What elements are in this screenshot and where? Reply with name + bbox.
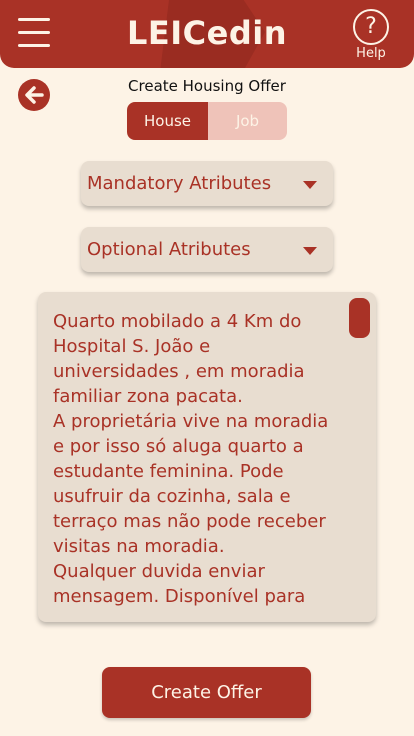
- toggle-house[interactable]: House: [127, 102, 208, 140]
- scrollbar-thumb[interactable]: [349, 298, 370, 338]
- description-textarea[interactable]: Quarto mobilado a 4 Km do Hospital S. Jo…: [38, 292, 376, 622]
- offer-type-toggle: House Job: [127, 102, 287, 140]
- optional-attributes-label: Optional Atributes: [87, 239, 251, 260]
- create-offer-button[interactable]: Create Offer: [102, 667, 311, 718]
- description-text: Quarto mobilado a 4 Km do Hospital S. Jo…: [53, 311, 329, 607]
- help-circle-icon: ?: [353, 9, 389, 45]
- caret-down-icon: [303, 181, 317, 189]
- app-header: LEICedin ? Help: [0, 0, 414, 68]
- toggle-job[interactable]: Job: [208, 102, 287, 140]
- help-button[interactable]: ? Help: [350, 9, 394, 61]
- optional-attributes-dropdown[interactable]: Optional Atributes: [81, 227, 333, 272]
- mandatory-attributes-label: Mandatory Atributes: [87, 173, 272, 194]
- mandatory-attributes-dropdown[interactable]: Mandatory Atributes: [81, 161, 333, 206]
- help-label: Help: [356, 46, 386, 61]
- caret-down-icon: [303, 247, 317, 255]
- page-title: Create Housing Offer: [128, 77, 286, 95]
